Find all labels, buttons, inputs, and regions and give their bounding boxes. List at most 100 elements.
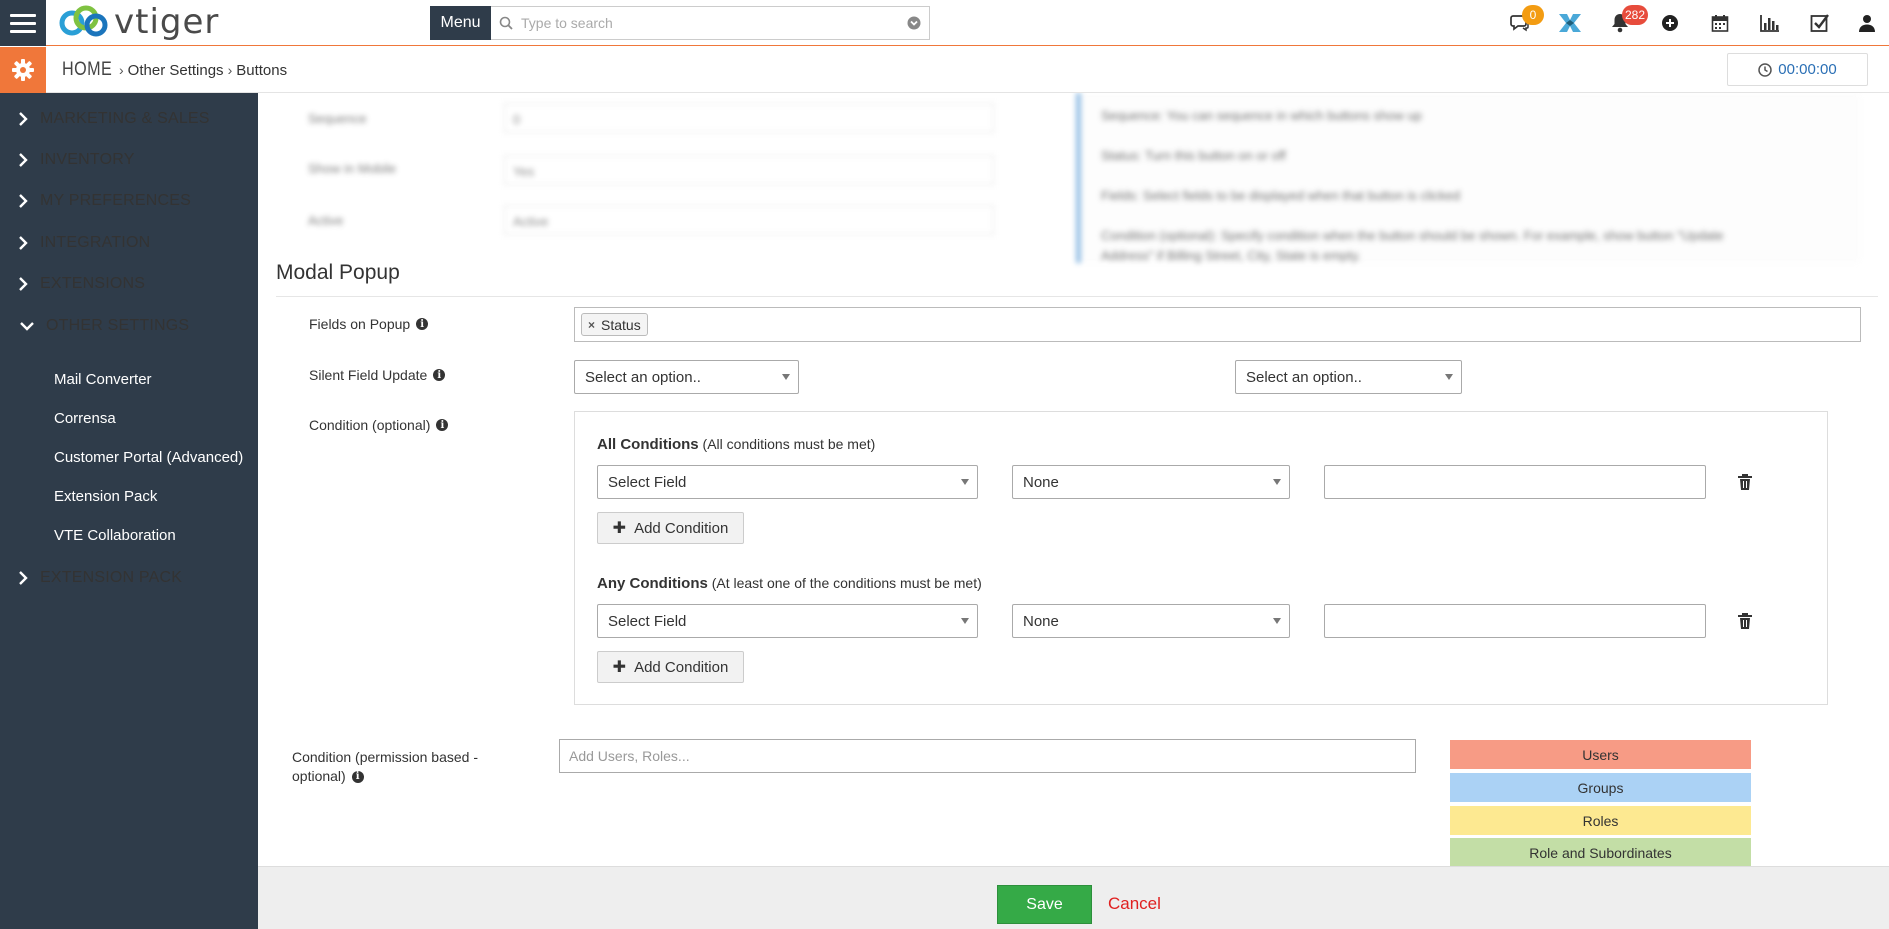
plus-icon: ✚ <box>612 659 627 676</box>
menu-button[interactable]: Menu <box>430 6 491 40</box>
info-icon[interactable]: i <box>416 318 429 330</box>
label-text: Condition (optional) <box>309 417 431 433</box>
help-line: Sequence: You can sequence in which butt… <box>1101 108 1422 123</box>
chat-badge: 0 <box>1522 5 1544 25</box>
breadcrumb-other-settings[interactable]: Other Settings <box>128 62 224 79</box>
sidebar-section-my-preferences[interactable]: MY PREFERENCES <box>0 186 191 216</box>
help-line: Fields: Select fields to be displayed wh… <box>1101 188 1461 203</box>
chevron-right-icon <box>18 236 40 250</box>
caret-down-icon <box>1273 479 1281 485</box>
sidebar-section-other-settings[interactable]: OTHER SETTINGS <box>0 311 189 341</box>
clock-icon <box>1758 62 1773 77</box>
remove-tag-icon[interactable]: × <box>588 318 595 332</box>
timer-widget[interactable]: 00:00:00 <box>1727 53 1868 86</box>
label-line: optional) <box>292 768 346 784</box>
vtiger-logo[interactable]: vtiger <box>58 2 219 42</box>
show-in-mobile-select[interactable]: Yes <box>504 155 994 185</box>
active-select[interactable]: Active <box>504 205 994 235</box>
label-line-wrap: optional) i <box>292 767 512 786</box>
any-conditions-heading: Any Conditions (At least one of the cond… <box>597 575 982 592</box>
info-icon[interactable]: i <box>436 419 449 431</box>
sidebar-item-corrensa[interactable]: Corrensa <box>54 404 116 432</box>
chevron-right-icon: › <box>227 62 233 78</box>
quick-create-plus-icon[interactable] <box>1645 0 1695 46</box>
hamburger-menu-icon[interactable] <box>0 0 46 46</box>
select-value: Select an option.. <box>585 368 701 386</box>
reports-chart-icon[interactable] <box>1745 0 1795 46</box>
label-text: Fields on Popup <box>309 316 411 332</box>
chevron-right-icon <box>18 112 40 126</box>
field-tag-status: × Status <box>581 313 648 336</box>
add-all-condition-button[interactable]: ✚ Add Condition <box>597 512 744 544</box>
all-condition-field-select[interactable]: Select Field <box>597 465 978 499</box>
tag-label: Status <box>601 316 641 333</box>
notifications-bell-icon[interactable]: 282 <box>1595 0 1649 46</box>
label-line: Condition (permission based - <box>292 749 478 765</box>
all-condition-operator-select[interactable]: None <box>1012 465 1290 499</box>
sidebar-item-mail-converter[interactable]: Mail Converter <box>54 365 152 393</box>
sidebar-section-extensions[interactable]: EXTENSIONS <box>0 269 145 299</box>
silent-field-update-label: Silent Field Update i <box>309 367 446 383</box>
sidebar-item-extension-pack[interactable]: Extension Pack <box>54 482 157 510</box>
search-icon <box>491 16 521 30</box>
chevron-down-icon <box>20 321 46 331</box>
calendar-icon[interactable] <box>1695 0 1745 46</box>
heading-title: Any Conditions <box>597 575 708 592</box>
any-condition-operator-select[interactable]: None <box>1012 604 1290 638</box>
condition-optional-label: Condition (optional) i <box>309 417 449 433</box>
sidebar-section-label: EXTENSION PACK <box>40 569 183 586</box>
legend-groups: Groups <box>1450 773 1751 802</box>
search-input[interactable] <box>521 15 899 31</box>
chevron-right-icon <box>18 194 40 208</box>
sidebar-section-inventory[interactable]: INVENTORY <box>0 145 135 175</box>
sidebar-section-marketing-sales[interactable]: MARKETING & SALES <box>0 104 210 134</box>
legend-roles: Roles <box>1450 806 1751 835</box>
user-profile-icon[interactable] <box>1845 0 1889 46</box>
add-any-condition-button[interactable]: ✚ Add Condition <box>597 651 744 683</box>
permission-users-roles-input[interactable]: Add Users, Roles... <box>559 739 1416 773</box>
delete-trash-icon[interactable] <box>1737 473 1753 491</box>
sidebar-section-label: OTHER SETTINGS <box>46 317 190 334</box>
breadcrumb-bar: HOME › Other Settings › Buttons 00:00:00 <box>0 47 1889 93</box>
info-icon[interactable]: i <box>433 369 446 381</box>
all-conditions-heading: All Conditions (All conditions must be m… <box>597 436 875 453</box>
help-line: Condition (optional): Specify condition … <box>1101 228 1724 243</box>
conditions-box: All Conditions (All conditions must be m… <box>574 411 1828 705</box>
top-icons: 0 282 <box>1495 0 1889 46</box>
save-button[interactable]: Save <box>997 885 1092 924</box>
breadcrumb-home[interactable]: HOME <box>62 59 112 81</box>
chevron-right-icon <box>18 277 40 291</box>
help-panel: Sequence: You can sequence in which butt… <box>1076 93 1860 263</box>
any-condition-field-select[interactable]: Select Field <box>597 604 978 638</box>
silent-field-select[interactable]: Select an option.. <box>574 360 799 394</box>
info-icon[interactable]: i <box>351 770 364 783</box>
fields-on-popup-input[interactable]: × Status <box>574 307 1861 342</box>
search-options-icon[interactable] <box>899 16 929 30</box>
sidebar-item-vte-collaboration[interactable]: VTE Collaboration <box>54 521 176 549</box>
legend-role-and-subordinates: Role and Subordinates <box>1450 838 1751 866</box>
caret-down-icon <box>961 479 969 485</box>
sidebar-section-integration[interactable]: INTEGRATION <box>0 228 150 258</box>
vte-x-icon[interactable] <box>1545 0 1595 46</box>
timer-value: 00:00:00 <box>1778 61 1837 78</box>
field-label-show-in-mobile: Show in Mobile <box>308 161 397 176</box>
any-condition-value-input[interactable] <box>1324 604 1706 638</box>
global-search[interactable] <box>491 6 930 40</box>
sequence-input[interactable]: 0 <box>504 103 994 133</box>
sidebar-section-label: MARKETING & SALES <box>40 110 210 127</box>
all-condition-value-input[interactable] <box>1324 465 1706 499</box>
sidebar-item-customer-portal[interactable]: Customer Portal (Advanced) <box>54 443 243 471</box>
sidebar-section-extension-pack[interactable]: EXTENSION PACK <box>0 563 182 593</box>
cancel-link[interactable]: Cancel <box>1108 885 1161 922</box>
sidebar-section-label: EXTENSIONS <box>40 275 146 292</box>
settings-gear-icon[interactable] <box>0 47 46 93</box>
input-placeholder: Add Users, Roles... <box>569 748 690 764</box>
delete-trash-icon[interactable] <box>1737 612 1753 630</box>
silent-value-select[interactable]: Select an option.. <box>1235 360 1462 394</box>
top-bar: vtiger Menu 0 282 <box>0 0 1889 46</box>
fields-on-popup-label: Fields on Popup i <box>309 316 429 332</box>
field-label-active: Active <box>308 213 344 228</box>
heading-title: All Conditions <box>597 436 699 453</box>
chat-icon[interactable]: 0 <box>1495 0 1545 46</box>
tasks-checkbox-icon[interactable] <box>1795 0 1845 46</box>
